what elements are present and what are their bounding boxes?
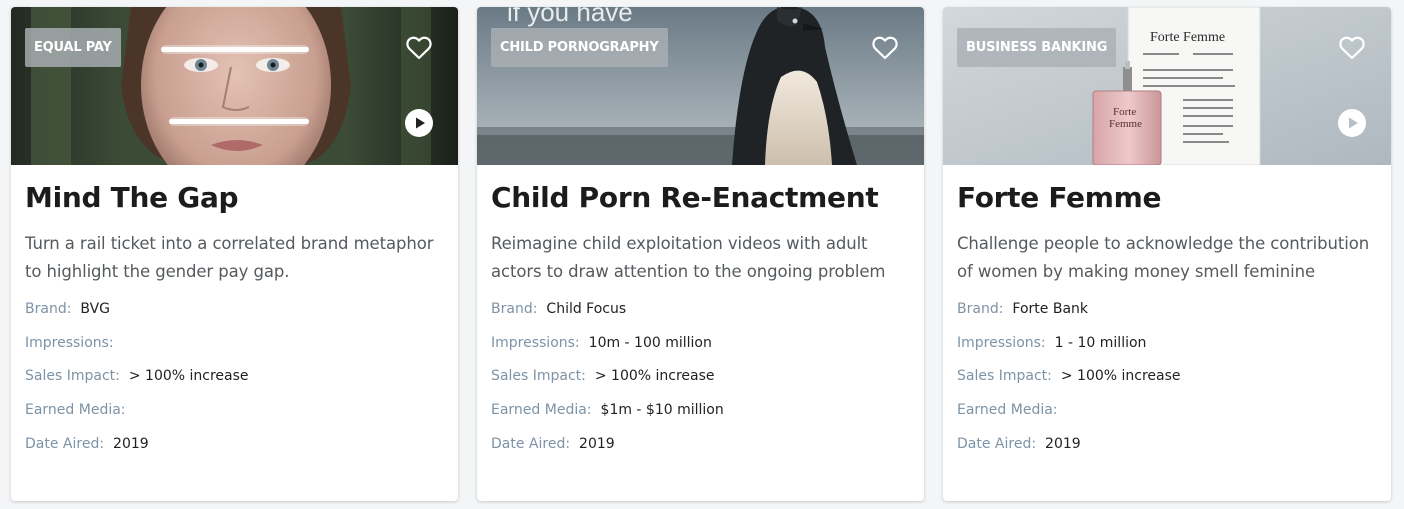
campaign-card[interactable]: Forte Femme Forte Femme BUSINESS BANKING bbox=[943, 7, 1391, 501]
field-value: 10m - 100 million bbox=[588, 334, 712, 351]
play-circle-icon[interactable] bbox=[1338, 109, 1366, 137]
sales-impact-row: Sales Impact: > 100% increase bbox=[491, 366, 910, 400]
field-value: $1m - $10 million bbox=[600, 402, 724, 419]
field-label: Sales Impact: bbox=[491, 368, 586, 385]
field-value: Forte Bank bbox=[1012, 301, 1089, 317]
campaign-description: Turn a rail ticket into a correlated bra… bbox=[25, 234, 434, 281]
field-label: Brand: bbox=[25, 301, 72, 317]
field-label: Impressions: bbox=[491, 334, 580, 351]
bottle-label-line-2: Femme bbox=[1109, 118, 1142, 130]
field-label: Date Aired: bbox=[957, 435, 1037, 452]
field-value: 2019 bbox=[113, 435, 149, 452]
category-tag[interactable]: CHILD PORNOGRAPHY bbox=[491, 28, 668, 67]
field-label: Brand: bbox=[957, 301, 1004, 317]
impressions-row: Impressions: 10m - 100 million bbox=[491, 333, 910, 367]
campaign-title[interactable]: Mind The Gap bbox=[25, 181, 444, 215]
image-overlay-text: if you have bbox=[507, 7, 633, 27]
campaign-image[interactable]: if you have CHILD PORNOGRAPHY bbox=[477, 7, 924, 165]
campaign-description: Reimagine child exploitation videos with… bbox=[491, 234, 886, 281]
campaign-image[interactable]: EQUAL PAY bbox=[11, 7, 458, 165]
field-value: 2019 bbox=[579, 435, 615, 452]
category-tag[interactable]: BUSINESS BANKING bbox=[957, 28, 1117, 67]
earned-media-row: Earned Media: bbox=[25, 400, 444, 434]
heart-outline-icon[interactable] bbox=[405, 35, 433, 61]
field-value: Child Focus bbox=[546, 301, 627, 317]
date-aired-row: Date Aired: 2019 bbox=[957, 434, 1377, 468]
box-label-text: Forte Femme bbox=[1150, 30, 1225, 45]
date-aired-row: Date Aired: 2019 bbox=[491, 434, 910, 468]
campaign-image[interactable]: Forte Femme Forte Femme BUSINESS BANKING bbox=[943, 7, 1391, 165]
field-label: Sales Impact: bbox=[25, 368, 120, 385]
field-label: Date Aired: bbox=[491, 435, 571, 452]
field-value: > 100% increase bbox=[128, 368, 249, 385]
field-label: Impressions: bbox=[25, 334, 114, 351]
impressions-row: Impressions: 1 - 10 million bbox=[957, 333, 1377, 367]
earned-media-row: Earned Media: bbox=[957, 400, 1377, 434]
play-circle-icon[interactable] bbox=[405, 109, 433, 137]
field-value: 2019 bbox=[1045, 435, 1081, 452]
campaign-description: Challenge people to acknowledge the cont… bbox=[957, 234, 1370, 281]
field-value: 1 - 10 million bbox=[1054, 334, 1147, 351]
date-aired-row: Date Aired: 2019 bbox=[25, 434, 444, 468]
field-label: Date Aired: bbox=[25, 435, 105, 452]
bottle-label-line-1: Forte bbox=[1113, 106, 1136, 118]
field-label: Earned Media: bbox=[25, 402, 126, 419]
field-label: Brand: bbox=[491, 301, 538, 317]
campaign-title[interactable]: Forte Femme bbox=[957, 181, 1377, 215]
campaign-card[interactable]: if you have CHILD PORNOGRAPHY Child Porn… bbox=[477, 7, 924, 501]
field-value: > 100% increase bbox=[594, 368, 715, 385]
heart-outline-icon[interactable] bbox=[871, 35, 899, 61]
bottle-label-text: Forte Femme bbox=[1109, 106, 1142, 130]
field-label: Earned Media: bbox=[491, 402, 592, 419]
sales-impact-row: Sales Impact: > 100% increase bbox=[25, 366, 444, 400]
field-label: Earned Media: bbox=[957, 402, 1058, 419]
impressions-row: Impressions: bbox=[25, 333, 444, 367]
field-label: Impressions: bbox=[957, 334, 1046, 351]
sales-impact-row: Sales Impact: > 100% increase bbox=[957, 366, 1377, 400]
heart-outline-icon[interactable] bbox=[1338, 35, 1366, 61]
campaign-card[interactable]: EQUAL PAY Mind The Gap Turn a rail ticke… bbox=[11, 7, 458, 501]
field-value: > 100% increase bbox=[1060, 368, 1181, 385]
earned-media-row: Earned Media: $1m - $10 million bbox=[491, 400, 910, 434]
campaign-title[interactable]: Child Porn Re-Enactment bbox=[491, 181, 910, 215]
field-value: BVG bbox=[80, 301, 111, 317]
field-label: Sales Impact: bbox=[957, 368, 1052, 385]
brand-row: Brand: Forte Bank bbox=[957, 299, 1377, 333]
brand-row: Brand: Child Focus bbox=[491, 299, 910, 333]
category-tag[interactable]: EQUAL PAY bbox=[25, 28, 121, 67]
brand-row: Brand: BVG bbox=[25, 299, 444, 333]
